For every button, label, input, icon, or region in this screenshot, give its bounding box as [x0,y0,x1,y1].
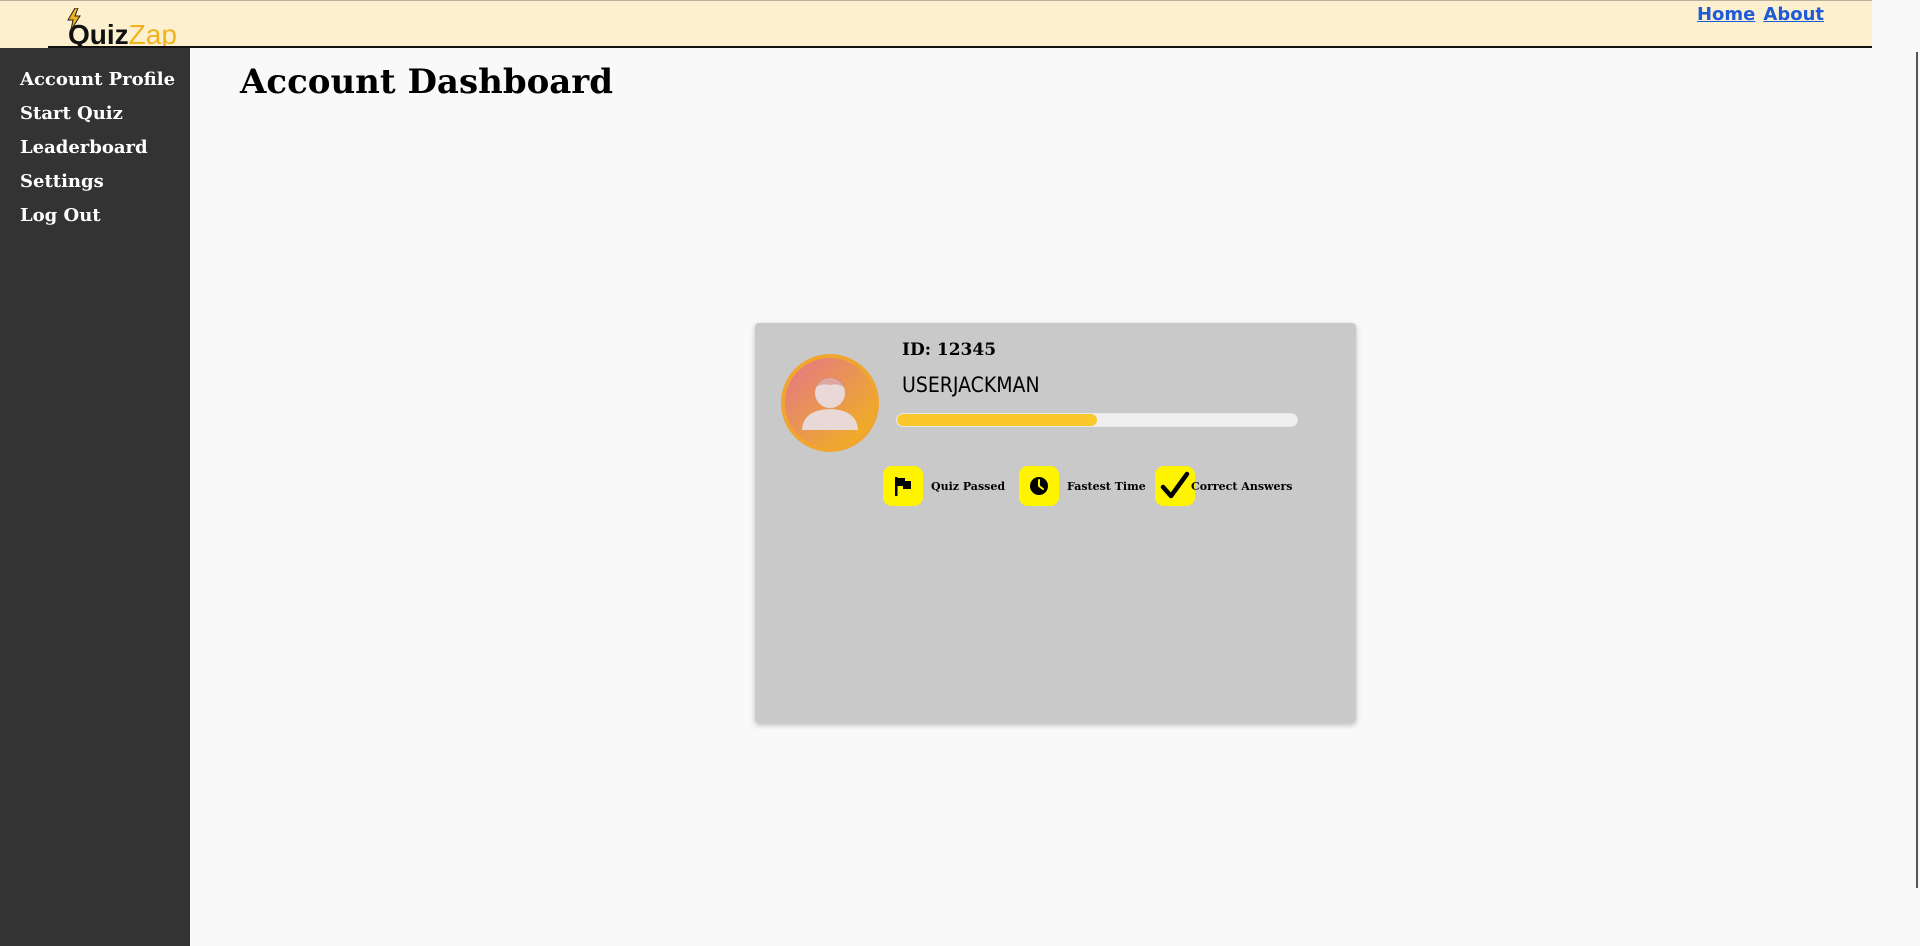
header-divider [48,46,1872,48]
avatar [781,354,879,452]
top-bar: Quiz Zap Home About [0,0,1872,50]
progress-bar-fill [897,414,1097,426]
stat-correct-answers[interactable]: Correct Answers [1155,466,1292,506]
top-nav: Home About [1697,4,1824,25]
sidebar: Account Profile Start Quiz Leaderboard S… [0,48,190,946]
logo-text-zap: Zap [128,19,177,50]
quizzap-logo[interactable]: Quiz Zap [67,5,177,50]
progress-bar [896,413,1298,427]
about-link[interactable]: About [1763,4,1824,25]
stat-label-quiz-passed: Quiz Passed [931,479,1006,493]
user-id: ID: 12345 [902,340,997,360]
sidebar-item-leaderboard[interactable]: Leaderboard [0,136,190,170]
scrollbar-edge[interactable] [1916,52,1918,888]
flag-icon [883,466,923,506]
profile-card: ID: 12345 USERJACKMAN Quiz Passed Fastes… [755,323,1356,723]
user-icon [802,376,858,430]
checkmark-icon [1155,466,1195,506]
page-title: Account Dashboard [240,62,613,102]
username: USERJACKMAN [902,373,1040,397]
stat-label-correct-answers: Correct Answers [1191,479,1293,493]
sidebar-item-start-quiz[interactable]: Start Quiz [0,102,190,136]
sidebar-item-account-profile[interactable]: Account Profile [0,68,190,102]
stats-row: Quiz Passed Fastest Time Correct Answers [883,466,1343,506]
sidebar-item-settings[interactable]: Settings [0,170,190,204]
sidebar-item-log-out[interactable]: Log Out [0,204,190,238]
home-link[interactable]: Home [1697,4,1755,25]
clock-icon [1019,466,1059,506]
stat-label-fastest-time: Fastest Time [1067,479,1146,493]
stat-quiz-passed[interactable]: Quiz Passed [883,466,1005,506]
lightning-bolt-icon [67,8,81,30]
stat-fastest-time[interactable]: Fastest Time [1019,466,1146,506]
